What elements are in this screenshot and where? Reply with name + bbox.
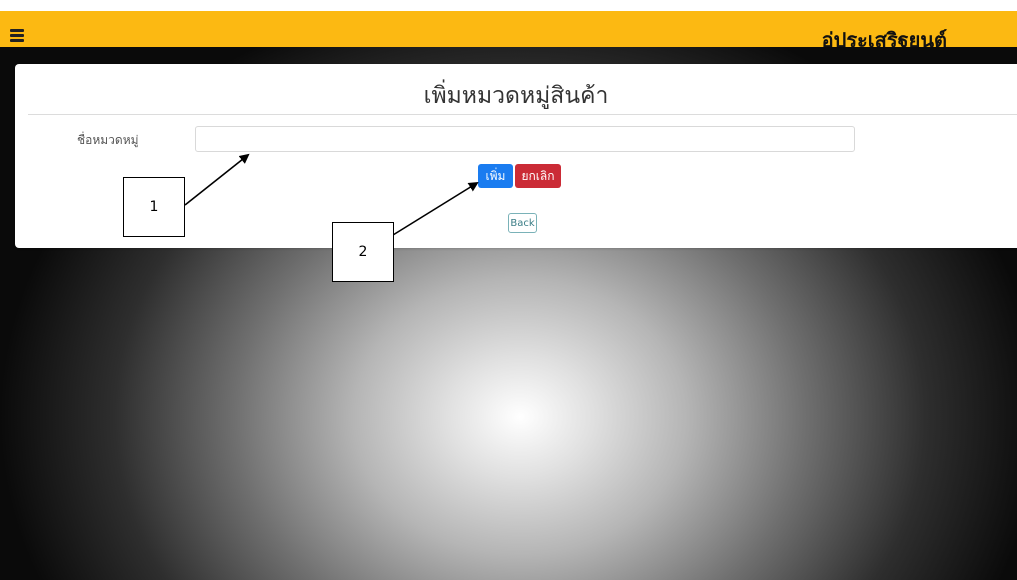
title-divider: [28, 114, 1017, 115]
hamburger-icon[interactable]: [10, 26, 30, 46]
add-button[interactable]: เพิ่ม: [478, 164, 513, 188]
back-button[interactable]: Back: [508, 213, 537, 233]
category-name-input[interactable]: [195, 126, 855, 152]
annotation-callout-1: 1: [123, 177, 185, 237]
page-title: เพิ่มหมวดหมู่สินค้า: [423, 83, 609, 109]
category-name-label: ชื่อหมวดหมู่: [77, 133, 139, 147]
top-navbar: อู่ประเสริฐยนต์: [0, 11, 1017, 52]
cancel-button[interactable]: ยกเลิก: [515, 164, 561, 188]
annotation-callout-2: 2: [332, 222, 394, 282]
